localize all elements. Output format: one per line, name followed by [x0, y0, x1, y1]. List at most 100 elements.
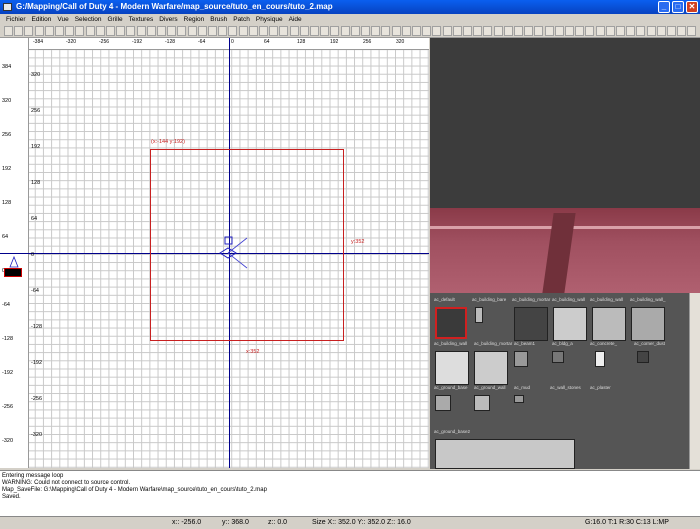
menu-physique[interactable]: Physique — [253, 14, 286, 25]
toolbar-button[interactable] — [412, 26, 421, 36]
toolbar-button[interactable] — [157, 26, 166, 36]
toolbar-button[interactable] — [55, 26, 64, 36]
toolbar-button[interactable] — [544, 26, 554, 36]
texture-tile[interactable] — [514, 307, 548, 341]
toolbar-button[interactable] — [432, 26, 442, 36]
toolbar-button[interactable] — [616, 26, 625, 36]
texture-scrollbar[interactable] — [689, 293, 700, 469]
toolbar-button[interactable] — [677, 26, 687, 36]
texture-tile[interactable] — [514, 351, 528, 367]
toolbar-button[interactable] — [463, 26, 472, 36]
toolbar-button[interactable] — [146, 26, 156, 36]
texture-tile[interactable] — [553, 307, 587, 341]
texture-tile[interactable] — [435, 351, 469, 385]
menu-grille[interactable]: Grille — [104, 14, 125, 25]
toolbar-button[interactable] — [34, 26, 44, 36]
toolbar-button[interactable] — [514, 26, 523, 36]
menu-region[interactable]: Region — [181, 14, 208, 25]
close-button[interactable]: ✕ — [686, 1, 698, 13]
toolbar-button[interactable] — [310, 26, 319, 36]
toolbar-button[interactable] — [167, 26, 177, 36]
toolbar-button[interactable] — [524, 26, 534, 36]
toolbar-button[interactable] — [289, 26, 299, 36]
toolbar-button[interactable] — [656, 26, 666, 36]
menu-vue[interactable]: Vue — [54, 14, 71, 25]
toolbar-button[interactable] — [320, 26, 330, 36]
toolbar-button[interactable] — [585, 26, 595, 36]
toolbar-button[interactable] — [116, 26, 126, 36]
toolbar-button[interactable] — [238, 26, 248, 36]
minimize-button[interactable]: _ — [658, 1, 670, 13]
texture-tile[interactable] — [631, 307, 665, 341]
texture-tile[interactable] — [637, 351, 649, 363]
toolbar-button[interactable] — [605, 26, 615, 36]
texture-tile[interactable] — [474, 351, 508, 385]
toolbar-button[interactable] — [646, 26, 656, 36]
toolbar-button[interactable] — [452, 26, 462, 36]
texture-tile[interactable] — [435, 307, 467, 339]
menu-fichier[interactable]: Fichier — [3, 14, 29, 25]
toolbar-button[interactable] — [85, 26, 95, 36]
toolbar-button[interactable] — [4, 26, 13, 36]
menu-edition[interactable]: Edition — [29, 14, 55, 25]
toolbar-button[interactable] — [65, 26, 75, 36]
menu-textures[interactable]: Textures — [126, 14, 157, 25]
z-slice-indicator[interactable] — [4, 268, 22, 277]
toolbar-button[interactable] — [534, 26, 544, 36]
menu-aide[interactable]: Aide — [286, 14, 305, 25]
toolbar-button[interactable] — [442, 26, 452, 36]
toolbar-button[interactable] — [401, 26, 411, 36]
toolbar-button[interactable] — [361, 26, 370, 36]
menu-patch[interactable]: Patch — [230, 14, 253, 25]
toolbar-button[interactable] — [626, 26, 636, 36]
toolbar-button[interactable] — [473, 26, 483, 36]
toolbar-button[interactable] — [299, 26, 309, 36]
toolbar-button[interactable] — [350, 26, 360, 36]
toolbar-button[interactable] — [95, 26, 105, 36]
toolbar-button[interactable] — [391, 26, 401, 36]
toolbar-button[interactable] — [595, 26, 605, 36]
toolbar-button[interactable] — [218, 26, 228, 36]
toolbar-button[interactable] — [667, 26, 676, 36]
toolbar-button[interactable] — [636, 26, 646, 36]
toolbar-button[interactable] — [493, 26, 503, 36]
toolbar-button[interactable] — [554, 26, 564, 36]
maximize-button[interactable]: □ — [672, 1, 684, 13]
toolbar-button[interactable] — [208, 26, 217, 36]
toolbar-button[interactable] — [381, 26, 391, 36]
toolbar-button[interactable] — [687, 26, 697, 36]
menu-selection[interactable]: Selection — [72, 14, 105, 25]
texture-tile[interactable] — [592, 307, 626, 341]
toolbar-button[interactable] — [177, 26, 187, 36]
texture-tile[interactable] — [595, 351, 605, 367]
toolbar-button[interactable] — [503, 26, 513, 36]
toolbar-button[interactable] — [269, 26, 279, 36]
toolbar-button[interactable] — [44, 26, 54, 36]
texture-tile[interactable] — [435, 395, 451, 411]
toolbar-button[interactable] — [259, 26, 268, 36]
toolbar-button[interactable] — [106, 26, 115, 36]
toolbar-button[interactable] — [483, 26, 493, 36]
toolbar-button[interactable] — [422, 26, 432, 36]
camera-view-3d[interactable] — [430, 38, 700, 293]
toolbar-button[interactable] — [14, 26, 24, 36]
texture-tile[interactable] — [474, 395, 490, 411]
toolbar-button[interactable] — [279, 26, 289, 36]
camera-icon[interactable] — [217, 235, 251, 269]
grid-view-2d[interactable]: -384 -320 -256 -192 -128 -64 0 64 128 192 256 320 38… — [0, 38, 429, 468]
texture-tile[interactable] — [475, 307, 483, 323]
toolbar-button[interactable] — [248, 26, 258, 36]
menu-brush[interactable]: Brush — [207, 14, 230, 25]
toolbar-button[interactable] — [75, 26, 85, 36]
toolbar-button[interactable] — [136, 26, 146, 36]
toolbar-button[interactable] — [340, 26, 350, 36]
texture-tile[interactable] — [552, 351, 564, 363]
texture-tile[interactable] — [435, 439, 575, 469]
toolbar-button[interactable] — [330, 26, 340, 36]
toolbar-button[interactable] — [565, 26, 574, 36]
toolbar-button[interactable] — [197, 26, 207, 36]
toolbar-button[interactable] — [187, 26, 197, 36]
toolbar-button[interactable] — [575, 26, 585, 36]
toolbar-button[interactable] — [126, 26, 136, 36]
texture-browser[interactable]: ac_default ac_building_bare ac_building_mo… — [430, 293, 700, 469]
